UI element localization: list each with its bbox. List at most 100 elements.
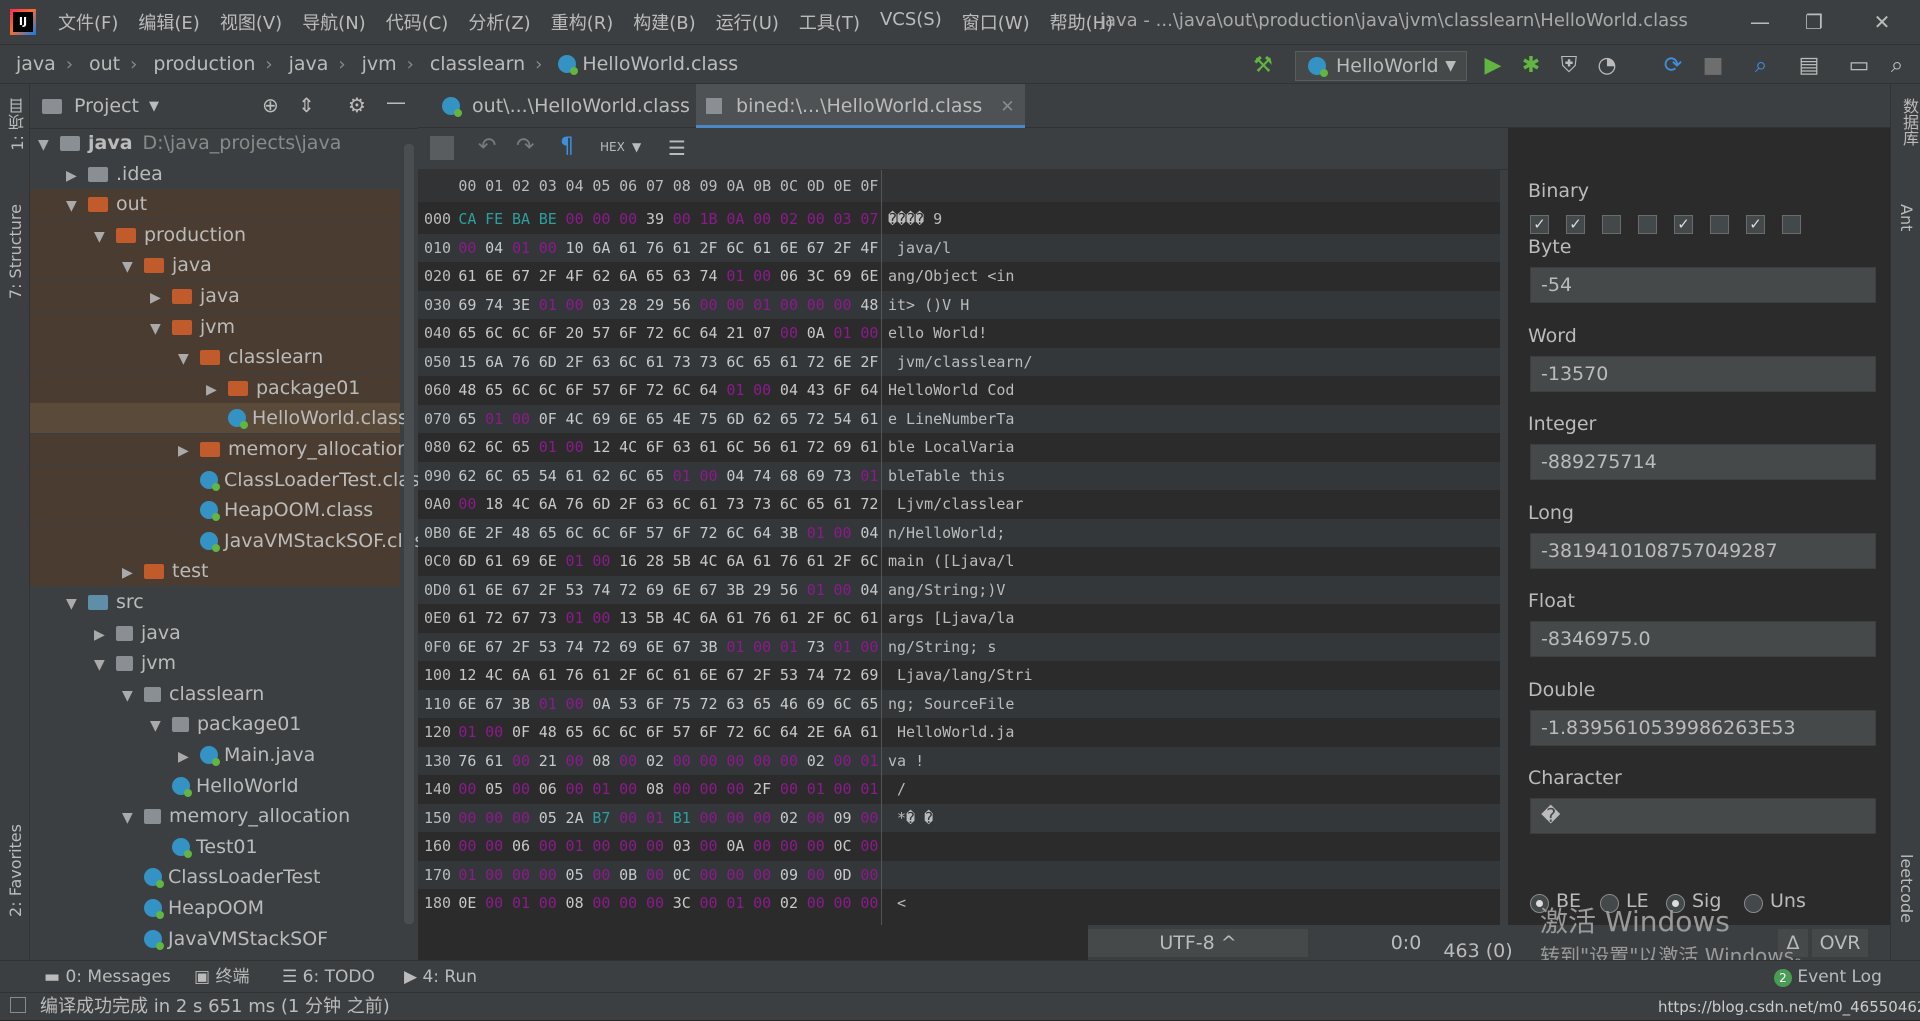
tree-item[interactable]: ▼ out [30, 189, 400, 220]
locate-icon[interactable]: ⊕ [262, 93, 279, 117]
hex-row[interactable]: 170 01 00 00 00 05 00 0B 00 0C 00 00 00 09 00 0D 00 [418, 860, 1508, 890]
favorites-tool-button[interactable]: 2: Favorites [6, 824, 25, 917]
tree-item[interactable]: HeapOOM [30, 893, 400, 923]
tree-item[interactable]: HelloWorld.class [30, 403, 408, 434]
bit-checkbox[interactable]: ✓ [1566, 215, 1585, 234]
messages-tool-button[interactable]: ▬ 0: Messages [44, 961, 171, 993]
hex-bytes[interactable]: 00 00 00 05 2A B7 00 01 B1 00 00 00 02 00 09 00 [454, 804, 883, 833]
hex-row[interactable]: 020 61 6E 67 2F 4F 62 6A 65 63 74 01 00 06 3C 69 6E ang/O… [418, 262, 1508, 291]
toggle-tool-windows-icon[interactable] [10, 997, 26, 1013]
inspector-value-field[interactable]: -3819410108757049287 [1530, 532, 1876, 569]
hex-ascii[interactable]: ng/String; s [888, 633, 996, 662]
project-tool-button[interactable]: 1: 项目 [6, 98, 30, 151]
menu-item[interactable]: 窗口(W) [952, 9, 1040, 35]
run-configuration-select[interactable]: HelloWorld ▼ [1295, 51, 1467, 81]
hex-row[interactable]: 0C0 6D 61 69 6E 01 00 16 28 5B 4C 6A 61 76 61 2F 6C main … [418, 547, 1508, 576]
tree-item[interactable]: ▼ src [30, 587, 400, 617]
hex-row[interactable]: 110 6E 67 3B 01 00 0A 53 6F 75 72 63 65 46 69 6C 65 ng; S… [418, 689, 1508, 718]
hex-bytes[interactable]: 61 6E 67 2F 4F 62 6A 65 63 74 01 00 06 3C 69 6E [454, 262, 883, 291]
hex-row[interactable]: 130 76 61 00 21 00 08 00 02 00 00 00 00 00 02 00 01 va ! [418, 746, 1508, 776]
tree-item[interactable]: ▼ classlearn [30, 679, 400, 709]
expanded-arrow-icon[interactable]: ▼ [94, 650, 116, 680]
breadcrumb-item[interactable]: out [73, 53, 120, 75]
hex-ascii[interactable]: args [Ljava/la [888, 604, 1014, 633]
hex-row[interactable]: 000 CA FE BA BE 00 00 00 39 00 1B 0A 00 02 00 03 07 ���� … [418, 205, 1508, 234]
expanded-arrow-icon[interactable]: ▼ [150, 711, 172, 741]
hex-bytes[interactable]: 61 6E 67 2F 53 74 72 69 6E 67 3B 29 56 01 00 04 [454, 576, 883, 605]
chevron-down-icon[interactable]: ▼ [149, 99, 159, 114]
bit-checkbox[interactable]: ✓ [1530, 215, 1549, 234]
hex-bytes[interactable]: 76 61 00 21 00 08 00 02 00 00 00 00 00 02 00 01 [454, 747, 883, 776]
hex-ascii[interactable]: ble LocalVaria [888, 433, 1014, 462]
hex-ascii[interactable]: ello World! [888, 319, 987, 348]
tree-item[interactable]: ▼ memory_allocation [30, 801, 400, 831]
hex-bytes[interactable]: 65 6C 6C 6F 20 57 6F 72 6C 64 21 07 00 0A 01 00 [454, 319, 883, 348]
structure-tool-button[interactable]: 7: Structure [6, 204, 25, 299]
hex-row[interactable]: 100 12 4C 6A 61 76 61 2F 6C 61 6E 67 2F 53 74 72 69 Ljav… [418, 661, 1508, 690]
leetcode-tool-button[interactable]: leetcode [1897, 854, 1916, 923]
hex-bytes[interactable]: 48 65 6C 6C 6F 57 6F 72 6C 64 01 00 04 43 6F 64 [454, 376, 883, 405]
tree-item[interactable]: ClassLoaderTest [30, 862, 400, 892]
hex-bytes[interactable]: 12 4C 6A 61 76 61 2F 6C 61 6E 67 2F 53 74 72 69 [454, 661, 883, 690]
expanded-arrow-icon[interactable]: ▼ [150, 314, 172, 344]
hex-bytes[interactable]: 01 00 00 00 05 00 0B 00 0C 00 00 00 09 00 0D 00 [454, 861, 883, 890]
menu-item[interactable]: 重构(R) [541, 9, 624, 35]
todo-tool-button[interactable]: ☰ 6: TODO [282, 961, 375, 993]
bit-checkbox[interactable] [1602, 215, 1621, 234]
collapsed-arrow-icon[interactable]: ▶ [66, 161, 88, 191]
expanded-arrow-icon[interactable]: ▼ [178, 344, 200, 374]
tree-item[interactable]: HeapOOM.class [30, 495, 400, 526]
menu-item[interactable]: 运行(U) [706, 9, 789, 35]
hex-bytes[interactable]: 62 6C 65 01 00 12 4C 6F 63 61 6C 56 61 72 69 61 [454, 433, 883, 462]
tree-item[interactable]: ClassLoaderTest.class [30, 464, 418, 495]
expanded-arrow-icon[interactable]: ▼ [38, 130, 60, 160]
menu-item[interactable]: 代码(C) [376, 9, 459, 35]
hex-row[interactable]: 0E0 61 72 67 73 01 00 13 5B 4C 6A 61 76 61 2F 6C 61 args … [418, 604, 1508, 633]
event-log-button[interactable]: 2 Event Log [1774, 961, 1882, 993]
gear-icon[interactable]: ⚙ [348, 93, 366, 117]
hide-panel-icon[interactable]: — [386, 90, 406, 114]
inspector-value-field[interactable]: -889275714 [1530, 444, 1876, 480]
hex-bytes[interactable]: 61 72 67 73 01 00 13 5B 4C 6A 61 76 61 2F 6C 61 [454, 604, 883, 633]
tab-bined-helloworld-class[interactable]: bined:\...\HelloWorld.class ✕ [696, 84, 1025, 128]
breadcrumb-item[interactable]: HelloWorld.class [542, 53, 738, 75]
close-icon[interactable]: ✕ [1000, 97, 1014, 117]
overwrite-mode[interactable]: OVR [1812, 929, 1868, 957]
settings-list-icon[interactable]: ☰ [668, 136, 686, 160]
expanded-arrow-icon[interactable]: ▼ [66, 589, 88, 619]
tree-item[interactable]: ▶ java [30, 281, 400, 311]
menu-item[interactable]: 分析(Z) [458, 9, 540, 35]
project-structure-icon[interactable]: ▤ [1796, 53, 1822, 79]
hex-row[interactable]: 010 00 04 01 00 10 6A 61 76 61 2F 6C 61 6E 67 2F 4F java… [418, 233, 1508, 263]
terminal-tool-button[interactable]: ▣ 终端 [194, 961, 249, 993]
tree-item[interactable]: ▶ java [30, 618, 400, 648]
hex-ascii[interactable]: Ljvm/classlear [888, 490, 1023, 519]
hex-row[interactable]: 160 00 00 06 00 01 00 00 00 03 00 0A 00 00 00 0C 00 [418, 832, 1508, 861]
hex-row[interactable]: 150 00 00 00 05 2A B7 00 01 B1 00 00 00 02 00 09 00 *� � [418, 803, 1508, 833]
inspector-value-field[interactable]: -13570 [1530, 355, 1876, 392]
build-hammer-icon[interactable]: ⚒ [1250, 53, 1276, 79]
show-unprintable-icon[interactable]: ¶ [560, 134, 574, 159]
hex-row[interactable]: 030 69 74 3E 01 00 03 28 29 56 00 00 01 00 00 00 48 it> (… [418, 290, 1508, 319]
hex-row[interactable]: 0F0 6E 67 2F 53 74 72 69 6E 67 3B 01 00 01 73 01 00 ng/St… [418, 632, 1508, 662]
hex-ascii[interactable]: java/l [888, 234, 951, 263]
hex-ascii[interactable]: main ([Ljava/l [888, 547, 1014, 576]
breadcrumb-item[interactable]: classlearn [414, 53, 525, 75]
terminal-icon[interactable]: ▭ [1846, 53, 1872, 79]
tree-item[interactable]: ▶ package01 [30, 372, 400, 403]
minimize-icon[interactable]: — [1746, 8, 1774, 36]
tree-item[interactable]: ▶ test [30, 556, 400, 587]
hex-bytes[interactable]: 00 05 00 06 00 01 00 08 00 00 00 2F 00 01 00 01 [454, 775, 883, 804]
bit-checkbox[interactable] [1710, 215, 1729, 234]
hex-bytes[interactable]: 6E 67 2F 53 74 72 69 6E 67 3B 01 00 01 73 01 00 [454, 633, 883, 662]
hex-bytes[interactable]: CA FE BA BE 00 00 00 39 00 1B 0A 00 02 00 03 07 [454, 205, 883, 234]
menu-item[interactable]: 工具(T) [789, 9, 870, 35]
hex-ascii[interactable]: / [888, 775, 906, 804]
redo-icon[interactable]: ↷ [516, 134, 534, 159]
menu-item[interactable]: 视图(V) [210, 9, 292, 35]
hex-ascii[interactable]: < [888, 889, 906, 918]
tree-item[interactable]: ▼ package01 [30, 709, 400, 739]
hex-bytes[interactable]: 6E 2F 48 65 6C 6C 6F 57 6F 72 6C 64 3B 01 00 04 [454, 519, 883, 548]
tree-item[interactable]: ▼ production [30, 219, 400, 250]
hex-ascii[interactable]: HelloWorld.ja [888, 718, 1014, 747]
